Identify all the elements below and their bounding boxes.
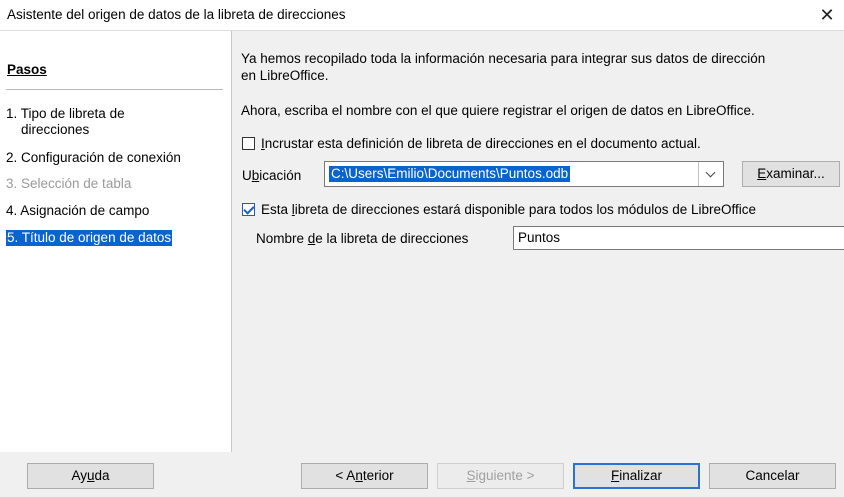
help-button[interactable]: Ayuda [27,463,154,489]
location-combobox[interactable]: C:\Users\Emilio\Documents\Puntos.odb [324,161,724,187]
chevron-down-icon[interactable] [698,162,723,186]
label-part: Nombre [256,231,308,246]
steps-heading: Pasos [7,62,47,77]
location-label: Ubicación [242,167,301,184]
button-label: xaminar... [766,166,825,181]
window-title: Asistente del origen de datos de la libr… [7,7,346,22]
intro-line-1: Ya hemos recopilado toda la información … [241,51,766,66]
mnemonic: E [757,166,767,181]
label-part: iguiente > [475,468,535,483]
step-table-selection: 3. Selección de tabla [6,176,132,191]
label-part: < A [335,468,356,483]
title-bar: Asistente del origen de datos de la libr… [0,0,844,31]
location-value[interactable]: C:\Users\Emilio\Documents\Puntos.odb [329,166,571,182]
step-connection-settings[interactable]: 2. Configuración de conexión [6,150,181,166]
step-field-assignment[interactable]: 4. Asignación de campo [6,203,149,219]
label-part: Ay [71,468,87,483]
finish-button[interactable]: Finalizar [573,463,700,489]
label-part: da [94,468,110,483]
label-part: inalizar [619,468,663,483]
back-button[interactable]: < Anterior [301,463,428,489]
cancel-button[interactable]: Cancelar [709,463,836,489]
address-book-name-label: Nombre de la libreta de direcciones [256,230,468,247]
mnemonic: u [86,468,95,483]
address-book-name-input[interactable]: Puntos [513,226,844,250]
browse-button[interactable]: Examinar... [742,161,840,187]
intro-text: Ya hemos recopilado toda la información … [241,50,765,84]
step-address-book-type[interactable]: 1. Tipo de libreta de direcciones [6,106,125,138]
steps-divider [6,89,223,90]
available-checkbox[interactable] [242,203,255,216]
mnemonic: S [466,468,476,483]
label-part: ibreta de direcciones estará disponible … [294,202,757,217]
label-part: Esta [261,202,292,217]
embed-checkbox-label[interactable]: Incrustar esta definición de libreta de … [261,135,701,152]
close-icon[interactable]: ✕ [816,5,838,25]
label-part: U [242,168,252,183]
step-label-cont: direcciones [21,122,90,137]
mnemonic: n [355,468,363,483]
address-book-name-value[interactable]: Puntos [518,230,560,245]
label-part: terior [362,468,394,483]
intro-line-2: en LibreOffice. [241,68,329,83]
embed-checkbox[interactable] [242,137,255,150]
instruction-text: Ahora, escriba el nombre con el que quie… [241,103,755,118]
label-part: icación [259,168,302,183]
mnemonic: F [610,468,620,483]
next-button: Siguiente > [437,463,564,489]
steps-sidebar: Pasos 1. Tipo de libreta de direcciones … [0,31,232,452]
label-part: e la libreta de direcciones [315,231,469,246]
step-data-source-title[interactable]: 5. Título de origen de datos [6,230,173,246]
label-part: ncrustar esta definición de libreta de d… [264,136,701,151]
step-label: 1. Tipo de libreta de [6,106,125,121]
available-checkbox-label[interactable]: Esta libreta de direcciones estará dispo… [261,201,756,218]
